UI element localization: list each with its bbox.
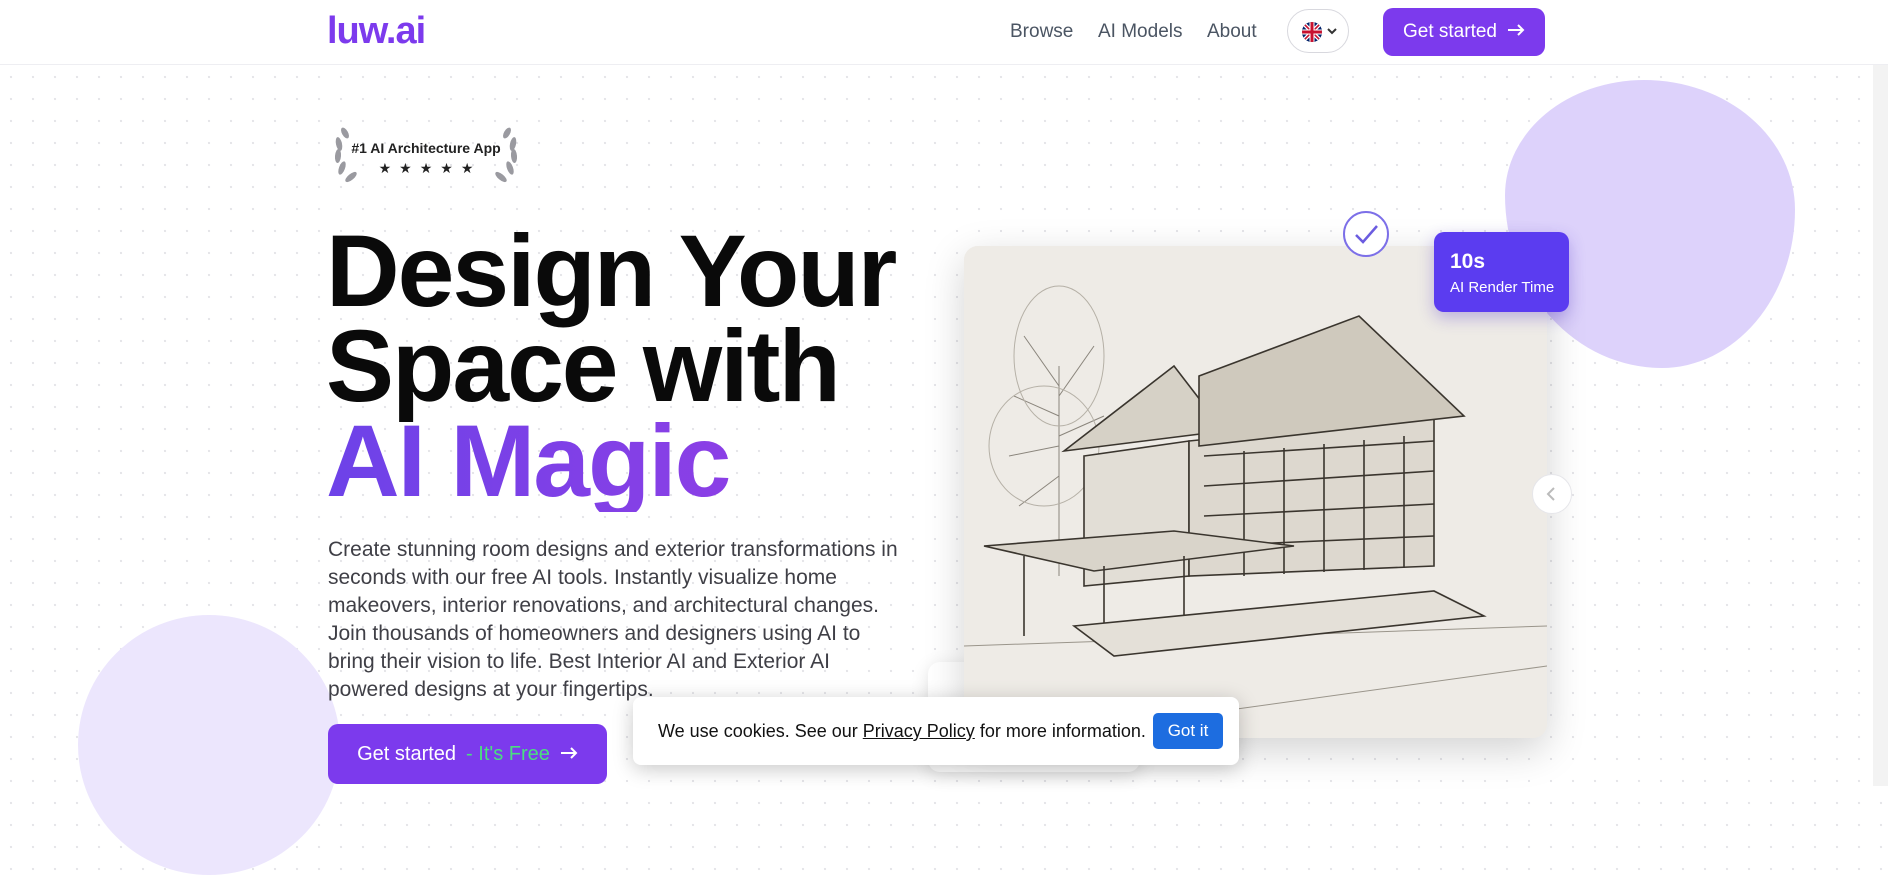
site-header: luw.ai Browse AI Models About Get starte…: [0, 0, 1888, 65]
language-selector[interactable]: [1287, 9, 1349, 53]
header-get-started-label: Get started: [1403, 21, 1497, 42]
render-time-card: 10s AI Render Time: [1434, 232, 1569, 312]
decorative-blob-top-right: [1505, 80, 1795, 368]
headline-line-1: Design Your: [326, 214, 897, 328]
nav-about[interactable]: About: [1207, 21, 1257, 43]
badge-stars: ★★★★★: [378, 160, 482, 176]
cookie-text-after: for more information.: [974, 721, 1146, 741]
uk-flag-icon: [1302, 22, 1322, 42]
render-time-value: 10s: [1450, 250, 1486, 273]
chevron-left-icon: [1533, 487, 1571, 517]
render-time-label: AI Render Time: [1450, 279, 1555, 296]
logo[interactable]: luw.ai: [327, 10, 426, 53]
headline-line-2: Space with: [326, 309, 841, 423]
privacy-policy-link[interactable]: Privacy Policy: [863, 721, 975, 741]
cookie-text-before: We use cookies. See our: [658, 721, 863, 741]
arrow-right-icon: [1507, 21, 1525, 43]
house-sketch-illustration: [964, 246, 1547, 738]
house-sketch-image: [964, 246, 1547, 738]
header-get-started-button[interactable]: Get started: [1383, 8, 1545, 56]
cookie-message: We use cookies. See our Privacy Policy f…: [658, 721, 1146, 742]
hero-cta-label: Get started: [357, 742, 457, 765]
nav-ai-models[interactable]: AI Models: [1098, 21, 1182, 43]
hero-get-started-button[interactable]: Get started - It's Free: [328, 724, 607, 784]
check-circle-icon: [1342, 210, 1390, 258]
badge-title: #1 AI Architecture App: [351, 140, 501, 156]
decorative-blob-bottom-left: [78, 615, 340, 875]
headline-accent: AI Magic: [326, 404, 731, 518]
hero-cta-free-label: - It's Free: [466, 742, 550, 765]
carousel-handle[interactable]: [1532, 474, 1572, 514]
arrow-right-icon: [560, 743, 578, 766]
laurel-icon: [334, 127, 518, 183]
nav-browse[interactable]: Browse: [1010, 21, 1073, 43]
chevron-down-icon: [1326, 24, 1338, 43]
cookie-accept-button[interactable]: Got it: [1153, 713, 1223, 749]
cookie-banner: We use cookies. See our Privacy Policy f…: [633, 697, 1239, 765]
hero-description: Create stunning room designs and exterio…: [328, 538, 898, 701]
award-badge: #1 AI Architecture App ★★★★★: [332, 124, 520, 188]
scrollbar[interactable]: [1873, 0, 1888, 786]
